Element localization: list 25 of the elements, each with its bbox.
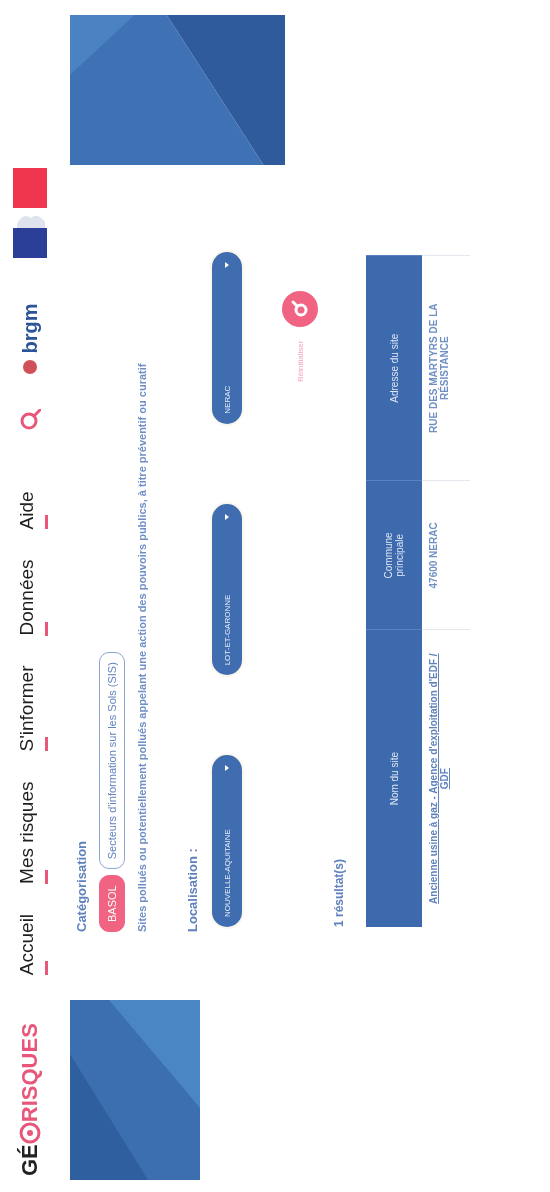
- logo-text: GÉ: [17, 1144, 43, 1176]
- target-icon: [19, 1122, 41, 1145]
- search-button[interactable]: [282, 290, 318, 327]
- section-label: Catégorisation: [74, 840, 89, 932]
- logo-text: RISQUES: [17, 1023, 43, 1123]
- result-count: 1 résultat(s): [332, 857, 346, 927]
- dropdown[interactable]: NOUVELLE-AQUITAINE: [212, 755, 242, 927]
- category-chip[interactable]: BASOL: [99, 875, 125, 932]
- column-header: Nom du site: [366, 629, 422, 927]
- search-icon[interactable]: [19, 409, 41, 432]
- column-header: Commune principale: [366, 480, 422, 630]
- section-label: Localisation :: [185, 847, 200, 932]
- dropdown[interactable]: NERAC: [212, 252, 242, 424]
- caret-icon: [225, 513, 229, 520]
- column-header: Adresse du site: [366, 255, 422, 481]
- dropdown[interactable]: LOT-ET-GARONNE: [212, 503, 242, 676]
- description: Sites pollués ou potentiellement pollués appelant une action des pouvoirs publics, à titre préventif ou curatif: [135, 362, 149, 932]
- caret-icon: [225, 262, 229, 268]
- partner-logo: brgm: [18, 303, 42, 354]
- site-link[interactable]: Ancienne usine à gaz - Agence d'exploitation d'EDF / GDF: [428, 650, 450, 907]
- category-chip[interactable]: Secteurs d'information sur les Sols (SIS): [99, 652, 125, 870]
- table-cell: 47600 NERAC: [422, 480, 470, 630]
- search-icon: [290, 298, 310, 319]
- table-cell: RUE DES MARTYRS DE LA RÉSISTANCE: [422, 255, 470, 481]
- caret-icon: [225, 765, 229, 772]
